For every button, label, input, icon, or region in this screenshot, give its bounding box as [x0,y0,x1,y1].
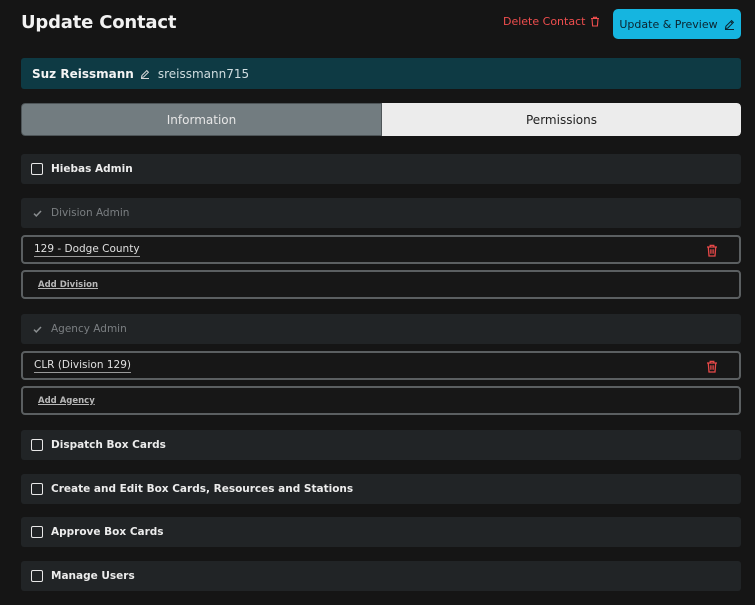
check-icon [32,325,42,333]
dispatch-box-cards-checkbox[interactable] [31,439,43,451]
division-admin-label: Division Admin [51,207,130,219]
add-agency-row: Add Agency [21,386,741,415]
manage-users-checkbox[interactable] [31,570,43,582]
page-title: Update Contact [21,12,177,33]
tab-information[interactable]: Information [21,103,382,136]
permission-approve-box-cards: Approve Box Cards [21,517,741,547]
tab-bar: Information Permissions [21,103,741,136]
approve-box-cards-checkbox[interactable] [31,526,43,538]
delete-contact-label: Delete Contact [503,15,586,28]
division-entry-row: 129 - Dodge County [21,235,741,264]
add-division-row: Add Division [21,270,741,299]
dispatch-box-cards-label: Dispatch Box Cards [51,439,166,451]
permission-create-edit: Create and Edit Box Cards, Resources and… [21,474,741,504]
create-edit-checkbox[interactable] [31,483,43,495]
delete-contact-button[interactable]: Delete Contact [503,15,600,28]
trash-icon [591,16,600,27]
pencil-icon [724,19,734,30]
hiebas-admin-checkbox[interactable] [31,163,43,175]
agency-entry-row: CLR (Division 129) [21,351,741,380]
agency-admin-checkbox[interactable] [31,323,43,335]
add-agency-link[interactable]: Add Agency [38,396,95,406]
division-entry-label: 129 - Dodge County [34,242,140,257]
add-division-link[interactable]: Add Division [38,280,98,290]
division-admin-checkbox[interactable] [31,207,43,219]
approve-box-cards-label: Approve Box Cards [51,526,164,538]
agency-admin-label: Agency Admin [51,323,127,335]
update-preview-label: Update & Preview [619,17,718,31]
tab-permissions[interactable]: Permissions [382,103,741,136]
permission-manage-users: Manage Users [21,561,741,591]
check-icon [32,209,42,217]
page-header: Update Contact Delete Contact Update & P… [21,8,741,40]
create-edit-label: Create and Edit Box Cards, Resources and… [51,483,354,495]
hiebas-admin-label: Hiebas Admin [51,163,133,175]
update-preview-button[interactable]: Update & Preview [613,9,741,39]
agency-entry-label: CLR (Division 129) [34,358,131,373]
manage-users-label: Manage Users [51,570,135,582]
contact-full-name: Suz Reissmann [32,66,134,81]
edit-name-icon[interactable] [140,69,150,79]
permission-division-admin: Division Admin [21,198,741,228]
permission-agency-admin: Agency Admin [21,314,741,344]
contact-username: sreissmann715 [157,66,250,81]
permission-hiebas-admin: Hiebas Admin [21,154,741,184]
remove-agency-trash-icon[interactable] [706,360,718,373]
contact-name-bar: Suz Reissmann sreissmann715 [21,58,741,89]
remove-division-trash-icon[interactable] [706,244,718,257]
permission-dispatch-box-cards: Dispatch Box Cards [21,430,741,460]
